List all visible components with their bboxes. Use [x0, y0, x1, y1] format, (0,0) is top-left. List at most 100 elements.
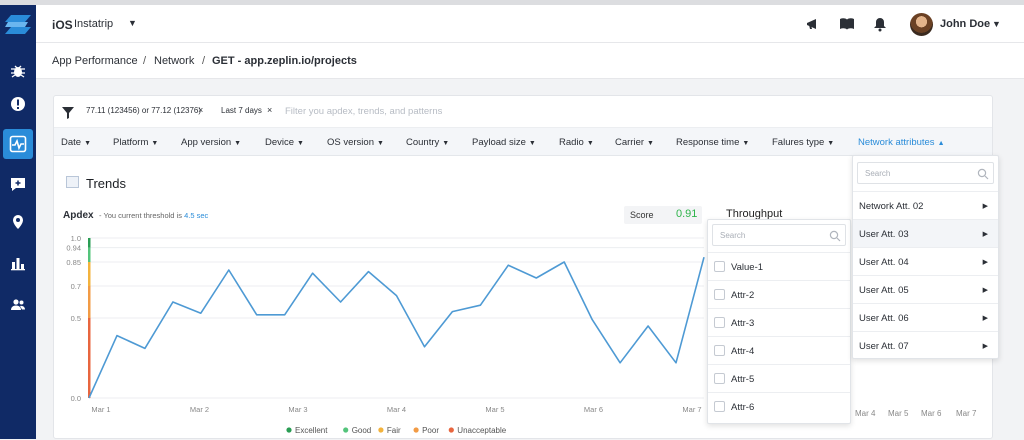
chevron-right-icon: ▶	[982, 259, 988, 266]
network-attribute-item[interactable]: User Att. 03 ▶	[853, 219, 998, 247]
network-attribute-item[interactable]: User Att. 05 ▶	[853, 275, 998, 303]
app-selector[interactable]: Instatrip	[74, 18, 113, 30]
y-tick-label: 0.94	[66, 244, 81, 253]
dimension-bar: Date ▼ Platform ▼ App version ▼ Device ▼ OS …	[54, 128, 992, 156]
filter-bar: 77.11 (123456) or 77.12 (12376) × Last 7…	[54, 96, 992, 128]
dim-app-version[interactable]: App version ▼	[181, 137, 241, 148]
apdex-series-line	[88, 256, 705, 399]
bar-chart-icon[interactable]	[6, 251, 30, 275]
remove-chip-icon[interactable]: ×	[267, 105, 272, 115]
x-tick-label: Mar 7	[682, 405, 701, 414]
dim-response-time[interactable]: Response time ▼	[676, 137, 749, 148]
y-tick-label: 0.0	[71, 394, 81, 403]
score-label: Score	[630, 210, 654, 220]
user-menu-caret-icon[interactable]: ▼	[992, 19, 1001, 29]
network-attribute-item[interactable]: User Att. 04 ▶	[853, 247, 998, 275]
attribute-option[interactable]: Attr-5	[708, 364, 850, 392]
legend-marker	[378, 427, 384, 433]
users-icon[interactable]	[6, 293, 30, 317]
search-icon	[829, 229, 841, 242]
dim-os-version[interactable]: OS version ▼	[327, 137, 384, 148]
search-icon	[977, 167, 989, 180]
breadcrumb-app-performance[interactable]: App Performance	[52, 55, 138, 67]
chat-feedback-icon[interactable]	[6, 172, 30, 196]
attribute-option[interactable]: Attr-6	[708, 392, 850, 420]
trends-title: Trends	[86, 176, 126, 191]
filter-funnel-icon[interactable]	[62, 106, 74, 119]
caret-down-icon[interactable]: ▼	[128, 18, 137, 28]
attribute-option[interactable]: Value-1	[708, 252, 850, 280]
legend-label: Excellent	[295, 426, 328, 435]
threshold-value[interactable]: 4.5 sec	[184, 211, 208, 220]
x-tick-label: Mar 3	[288, 405, 307, 414]
bell-icon[interactable]	[872, 16, 888, 32]
y-tick-label: 0.5	[71, 314, 81, 323]
user-name[interactable]: John Doe	[940, 18, 990, 30]
breadcrumb-current: GET - app.zeplin.io/projects	[212, 55, 357, 67]
dim-payload-size[interactable]: Payload size ▼	[472, 137, 536, 148]
legend-marker	[448, 427, 454, 433]
attribute-option[interactable]: Attr-2	[708, 280, 850, 308]
x-tick-label: Mar 4	[387, 405, 406, 414]
threshold-band	[88, 318, 91, 398]
dim-failures-type[interactable]: Falures type ▼	[772, 137, 834, 148]
megaphone-icon[interactable]	[805, 16, 821, 32]
legend-label: Unacceptable	[457, 426, 506, 435]
attribute-option[interactable]: Attr-3	[708, 308, 850, 336]
brand-logo-icon[interactable]	[3, 13, 33, 37]
chevron-right-icon: ▶	[982, 315, 988, 322]
sidebar	[0, 5, 36, 439]
filter-chip-date[interactable]: Last 7 days	[221, 106, 262, 115]
dim-date[interactable]: Date ▼	[61, 137, 91, 148]
checkbox[interactable]	[714, 345, 725, 356]
checkbox[interactable]	[714, 401, 725, 412]
legend-marker	[343, 427, 349, 433]
y-tick-label: 0.85	[66, 258, 81, 267]
throughput-x-label: Mar 5	[888, 409, 909, 418]
filter-chip-version[interactable]: 77.11 (123456) or 77.12 (12376)	[86, 106, 201, 115]
network-attribute-search-input[interactable]: Search	[857, 162, 994, 184]
apdex-chart: 0.0 0.5 0.7 0.85 0.941.0 Mar 1 Mar 2 Mar 3 Mar 4…	[66, 234, 705, 435]
attribute-search-input[interactable]: Search	[712, 224, 846, 246]
y-tick-label: 0.7	[71, 282, 81, 291]
throughput-x-label: Mar 6	[921, 409, 942, 418]
score-box: Score 0.91	[624, 206, 702, 224]
dim-platform[interactable]: Platform ▼	[113, 137, 158, 148]
breadcrumb-network[interactable]: Network	[154, 55, 194, 67]
legend-marker	[286, 427, 292, 433]
location-pin-icon[interactable]	[6, 210, 30, 234]
remove-chip-icon[interactable]: ×	[198, 105, 203, 115]
legend-label: Good	[352, 426, 372, 435]
dim-device[interactable]: Device ▼	[265, 137, 304, 148]
threshold-band	[88, 286, 91, 318]
dim-network-attributes[interactable]: Network attributes ▲	[858, 137, 945, 148]
attribute-option[interactable]: Attr-4	[708, 336, 850, 364]
checkbox[interactable]	[714, 289, 725, 300]
trends-icon	[66, 176, 79, 188]
network-performance-icon[interactable]	[3, 129, 33, 159]
breadcrumb-separator: /	[202, 55, 206, 67]
apdex-title: Apdex	[63, 210, 94, 221]
alert-icon[interactable]	[6, 92, 30, 116]
network-attribute-item[interactable]: User Att. 06 ▶	[853, 303, 998, 331]
apdex-threshold-note: - You current threshold is 4.5 sec	[99, 211, 209, 220]
network-attribute-item[interactable]: Network Att. 02 ▶	[853, 191, 998, 219]
checkbox[interactable]	[714, 261, 725, 272]
book-icon[interactable]	[839, 16, 855, 32]
dim-carrier[interactable]: Carrier ▼	[615, 137, 654, 148]
bug-icon[interactable]	[6, 59, 30, 83]
threshold-band	[88, 247, 91, 262]
legend-marker	[413, 427, 419, 433]
checkbox[interactable]	[714, 373, 725, 384]
legend-label: Fair	[387, 426, 401, 435]
os-label: iOS	[52, 18, 73, 32]
network-attribute-item[interactable]: User Att. 07 ▶	[853, 331, 998, 359]
chevron-right-icon: ▶	[982, 231, 988, 238]
throughput-x-label: Mar 7	[956, 409, 977, 418]
checkbox[interactable]	[714, 317, 725, 328]
dim-radio[interactable]: Radio ▼	[559, 137, 594, 148]
filter-search-input[interactable]: Filter you apdex, trends, and patterns	[285, 106, 442, 117]
top-header: iOS Instatrip ▼ John Doe ▼	[36, 5, 1024, 43]
avatar[interactable]	[910, 13, 933, 36]
dim-country[interactable]: Country ▼	[406, 137, 449, 148]
